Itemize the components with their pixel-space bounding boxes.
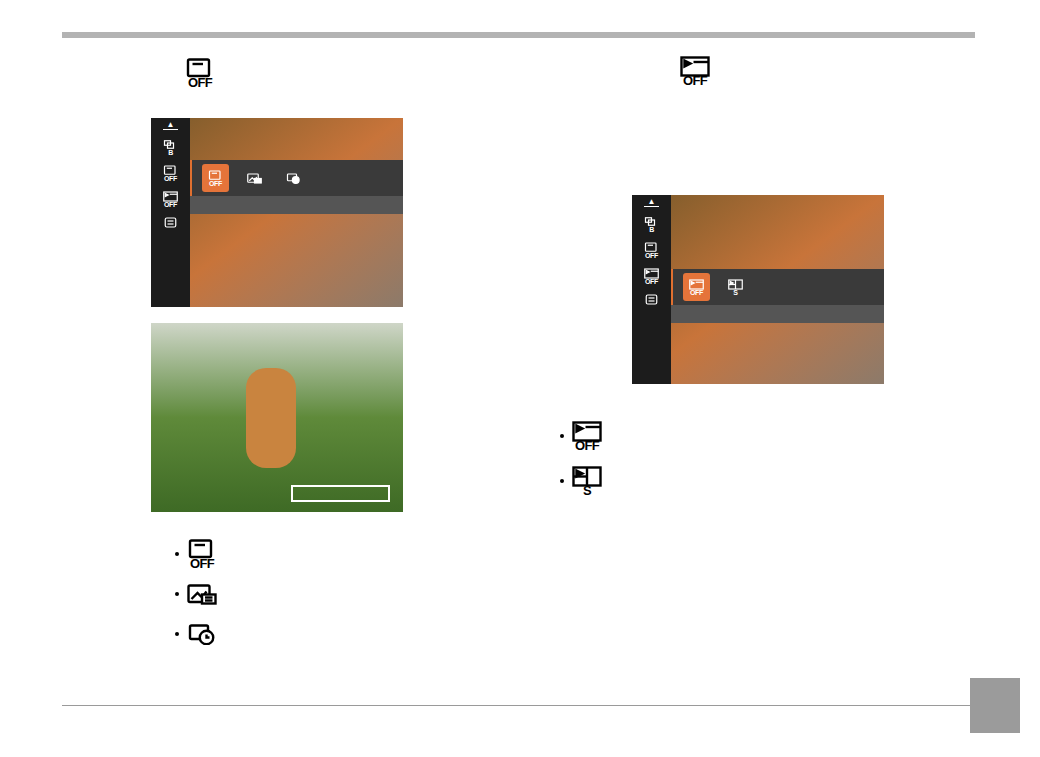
bullet-dot — [560, 479, 564, 483]
icon-label: OFF — [683, 74, 707, 87]
description-bar — [190, 196, 403, 214]
icon-label: OFF — [164, 175, 177, 182]
icon-label: B — [168, 149, 173, 156]
icon-label: S — [733, 289, 737, 296]
stamp-date-icon — [187, 584, 217, 605]
bullet-dot — [175, 592, 179, 596]
list-icon — [163, 217, 178, 228]
stamp-off-icon: OFF — [208, 170, 223, 187]
photo-wrap — [0, 323, 560, 512]
bullet-item: S — [560, 461, 1040, 501]
review-1s-icon: S — [728, 279, 743, 296]
icon-label: OFF — [645, 278, 658, 285]
stamp-clock-icon — [187, 624, 217, 645]
bullet-item — [175, 614, 560, 654]
review-1s-icon: S — [572, 466, 602, 497]
page-number-box — [970, 678, 1020, 733]
description-bar — [671, 305, 884, 323]
screen-wrap: ▲ B OFF OFF OFF S — [560, 195, 1040, 384]
stamp-clock-icon — [286, 173, 301, 184]
arrow-indicator: ▲ — [163, 121, 179, 130]
bracket-icon: B — [644, 216, 659, 233]
camera-sidebar: ▲ B OFF OFF — [151, 118, 190, 307]
icon-label: OFF — [575, 439, 599, 452]
stamp-off-icon: OFF — [187, 539, 217, 570]
options-strip: OFF — [190, 160, 403, 196]
right-column: OFF ▲ B OFF OFF OFF S OFF S — [560, 38, 1040, 678]
header-bar — [62, 32, 975, 38]
options-strip: OFF S — [671, 269, 884, 305]
bullet-list: OFF — [0, 534, 560, 654]
left-title: OFF — [0, 58, 560, 90]
option-button[interactable]: OFF — [683, 273, 710, 301]
camera-sidebar: ▲ B OFF OFF — [632, 195, 671, 384]
bullet-item: OFF — [560, 416, 1040, 456]
review-off-icon: OFF — [163, 191, 178, 208]
bullet-item — [175, 574, 560, 614]
right-title: OFF — [560, 56, 1040, 88]
option-button[interactable]: OFF — [202, 164, 229, 192]
icon-label: OFF — [188, 76, 212, 89]
sample-photo — [151, 323, 403, 512]
page-content: OFF▲BOFFOFFOFFOFFOFF▲BOFFOFFOFFSOFFS — [0, 38, 1040, 678]
icon-label: B — [649, 226, 654, 233]
stamp-off-icon: OFF — [644, 242, 659, 259]
bullet-dot — [175, 632, 179, 636]
option-button[interactable]: S — [722, 273, 749, 301]
bullet-dot — [175, 552, 179, 556]
option-button[interactable] — [280, 164, 307, 192]
bullet-dot — [560, 434, 564, 438]
arrow-indicator: ▲ — [644, 198, 660, 207]
stamp-date-icon — [247, 173, 262, 184]
date-stamp-frame — [291, 485, 390, 502]
review-off-icon: OFF — [572, 421, 602, 452]
icon-label: OFF — [190, 557, 214, 570]
icon-label: OFF — [690, 289, 703, 296]
camera-screen: ▲ B OFF OFF OFF S — [632, 195, 884, 384]
footer-line — [62, 705, 970, 706]
option-button[interactable] — [241, 164, 268, 192]
icon-label: OFF — [164, 201, 177, 208]
icon-label: S — [583, 484, 591, 497]
icon-label: OFF — [645, 252, 658, 259]
icon-label: OFF — [209, 180, 222, 187]
bullet-list: OFF S — [560, 416, 1040, 501]
stamp-off-icon: OFF — [163, 165, 178, 182]
review-off-icon: OFF — [644, 268, 659, 285]
review-off-icon: OFF — [689, 279, 704, 296]
stamp-off-icon: OFF — [185, 58, 215, 89]
list-icon — [644, 294, 659, 305]
review-off-icon: OFF — [680, 56, 710, 87]
left-column: OFF ▲ B OFF OFF OFF OFF — [0, 38, 560, 678]
page-footer — [0, 678, 1040, 733]
screen-wrap: ▲ B OFF OFF OFF — [0, 118, 560, 307]
bullet-item: OFF — [175, 534, 560, 574]
bracket-icon: B — [163, 139, 178, 156]
dog-shape — [246, 368, 296, 468]
camera-screen: ▲ B OFF OFF OFF — [151, 118, 403, 307]
